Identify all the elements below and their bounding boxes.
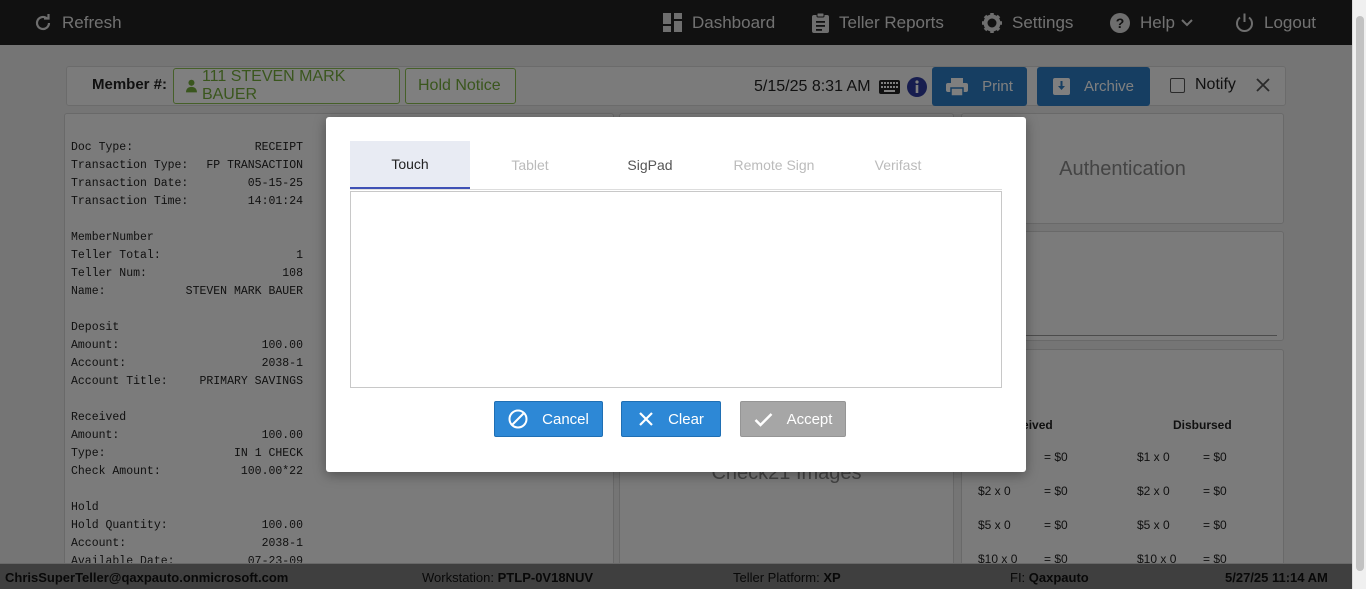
tab-verifast[interactable]: Verifast: [838, 141, 958, 189]
tab-sigpad[interactable]: SigPad: [590, 141, 710, 189]
clear-button[interactable]: Clear: [621, 401, 721, 437]
scrollbar-thumb[interactable]: [1356, 16, 1364, 571]
accept-button[interactable]: Accept: [740, 401, 846, 437]
clear-label: Clear: [668, 410, 704, 428]
page-scrollbar[interactable]: [1352, 0, 1366, 589]
signature-canvas[interactable]: [350, 191, 1002, 388]
signature-modal: Touch Tablet SigPad Remote Sign Verifast…: [326, 117, 1026, 472]
x-icon: [639, 412, 653, 426]
ban-icon: [508, 409, 528, 429]
accept-label: Accept: [786, 410, 833, 428]
tab-touch[interactable]: Touch: [350, 141, 470, 189]
signature-tabs: Touch Tablet SigPad Remote Sign Verifast: [350, 141, 1002, 190]
check-icon: [754, 412, 772, 427]
cancel-button[interactable]: Cancel: [494, 401, 603, 437]
tab-tablet[interactable]: Tablet: [470, 141, 590, 189]
tab-remote-sign[interactable]: Remote Sign: [710, 141, 838, 189]
cancel-label: Cancel: [542, 410, 589, 428]
